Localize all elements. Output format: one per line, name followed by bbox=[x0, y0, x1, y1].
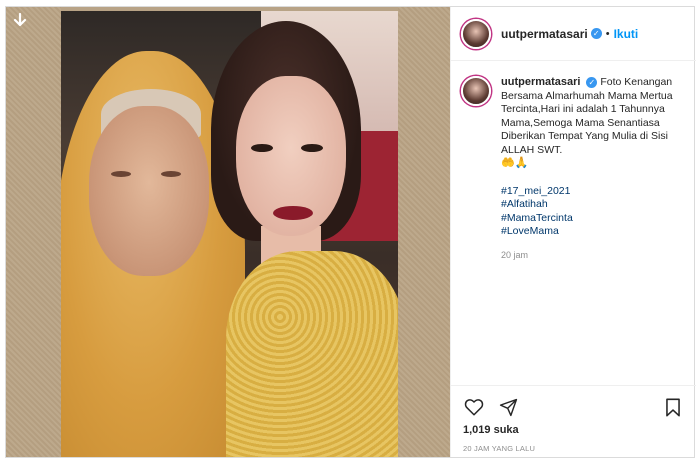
avatar[interactable] bbox=[461, 18, 491, 49]
post-timestamp[interactable]: 20 JAM YANG LALU bbox=[463, 444, 684, 453]
post-header: uutpermatasari ✓ • Ikuti bbox=[451, 7, 696, 61]
hashtag-link[interactable]: #Alfatihah bbox=[501, 198, 686, 212]
likes-count[interactable]: 1,019 suka bbox=[463, 424, 684, 436]
media-border-right bbox=[398, 7, 450, 457]
caption-timestamp[interactable]: 20 jam bbox=[501, 249, 686, 263]
yellow-kebaya bbox=[226, 251, 398, 457]
heart-icon[interactable] bbox=[463, 396, 485, 418]
instagram-post: uutpermatasari ✓ • Ikuti uutpermatasari … bbox=[5, 6, 696, 458]
post-sidebar: uutpermatasari ✓ • Ikuti uutpermatasari … bbox=[450, 7, 696, 457]
hashtag-link[interactable]: #LoveMama bbox=[501, 225, 686, 239]
paper-plane-icon[interactable] bbox=[497, 396, 519, 418]
post-actions: 1,019 suka 20 JAM YANG LALU bbox=[451, 385, 696, 457]
older-woman-face bbox=[89, 106, 209, 276]
follow-button[interactable]: Ikuti bbox=[614, 27, 639, 41]
caption-username[interactable]: uutpermatasari bbox=[501, 76, 580, 88]
header-separator: • bbox=[605, 27, 610, 40]
action-icons-row bbox=[463, 396, 684, 418]
caption-avatar[interactable] bbox=[461, 76, 491, 106]
verified-badge-icon: ✓ bbox=[586, 77, 598, 88]
verified-badge-icon: ✓ bbox=[590, 28, 602, 39]
caption-area: uutpermatasari ✓ Foto Kenangan Bersama A… bbox=[451, 62, 696, 382]
header-username[interactable]: uutpermatasari bbox=[501, 27, 588, 41]
post-photo[interactable] bbox=[61, 11, 398, 457]
bookmark-icon[interactable] bbox=[662, 396, 684, 418]
post-media[interactable] bbox=[6, 7, 450, 457]
caption-row: uutpermatasari ✓ Foto Kenangan Bersama A… bbox=[461, 76, 686, 262]
hashtag-link[interactable]: #17_mei_2021 bbox=[501, 185, 686, 199]
hashtag-link[interactable]: #MamaTercinta bbox=[501, 212, 686, 226]
caption-body: uutpermatasari ✓ Foto Kenangan Bersama A… bbox=[501, 76, 686, 262]
download-arrow-icon[interactable] bbox=[11, 12, 29, 31]
caption-emoji: 🤲🙏 bbox=[501, 157, 529, 169]
media-border-left bbox=[6, 7, 61, 457]
